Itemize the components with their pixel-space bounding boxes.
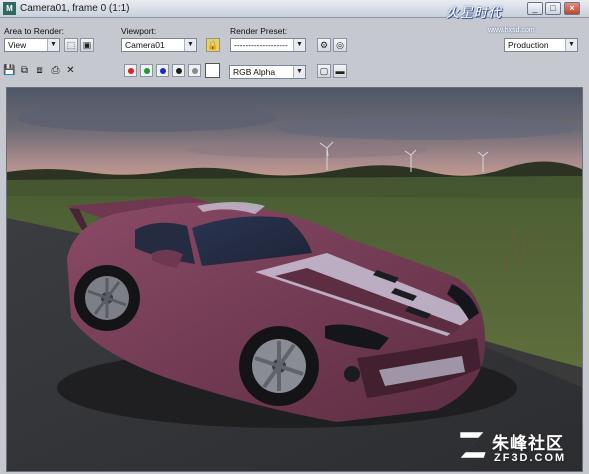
viewport-label: Viewport: xyxy=(121,26,157,36)
chevron-down-icon: ▼ xyxy=(565,39,577,51)
area-to-render-dropdown[interactable]: View ▼ xyxy=(4,38,60,52)
viewport-dropdown[interactable]: Camera01 ▼ xyxy=(121,38,197,52)
close-button[interactable]: × xyxy=(564,2,580,15)
toggle-ui-icon[interactable]: ▬ xyxy=(333,64,347,78)
color-swatch[interactable] xyxy=(205,63,220,78)
area-to-render-label: Area to Render: xyxy=(4,26,65,36)
area-to-render-value: View xyxy=(8,40,27,50)
window-title: Camera01, frame 0 (1:1) xyxy=(20,3,130,14)
alpha-channel-icon[interactable] xyxy=(188,64,201,77)
toggle-ui-overlay-icon[interactable]: ▢ xyxy=(317,64,331,78)
chevron-down-icon: ▼ xyxy=(293,39,305,51)
edit-region-icon[interactable]: ⬚ xyxy=(64,38,78,52)
channel-display-value: RGB Alpha xyxy=(233,67,276,77)
clear-icon[interactable]: ✕ xyxy=(64,64,77,77)
copy-icon[interactable]: ⧉ xyxy=(18,64,31,77)
title-bar: M Camera01, frame 0 (1:1) 火星时代 _ □ × xyxy=(0,0,589,21)
production-dropdown[interactable]: Production ▼ xyxy=(504,38,578,52)
red-channel-icon[interactable] xyxy=(124,64,137,77)
chevron-down-icon: ▼ xyxy=(184,39,196,51)
watermark-sub: ZF3D.COM xyxy=(494,452,567,464)
chevron-down-icon: ▼ xyxy=(47,39,59,51)
render-setup-icon[interactable]: ⚙ xyxy=(317,38,331,52)
environment-icon[interactable]: ◎ xyxy=(333,38,347,52)
auto-region-icon[interactable]: ▣ xyxy=(80,38,94,52)
app-icon: M xyxy=(3,2,16,15)
clone-icon[interactable]: ⧈ xyxy=(33,64,46,77)
watermark-text: 朱峰社区 xyxy=(492,434,564,453)
mono-channel-icon[interactable] xyxy=(172,64,185,77)
render-preset-label: Render Preset: xyxy=(230,26,288,36)
green-channel-icon[interactable] xyxy=(140,64,153,77)
render-preset-dropdown[interactable]: ------------------- ▼ xyxy=(230,38,306,52)
blue-channel-icon[interactable] xyxy=(156,64,169,77)
channel-display-dropdown[interactable]: RGB Alpha ▼ xyxy=(229,65,306,79)
maximize-button[interactable]: □ xyxy=(545,2,561,15)
minimize-button[interactable]: _ xyxy=(527,2,543,15)
site-logo-url: www.hxsd.com xyxy=(488,27,535,34)
save-icon[interactable]: 💾 xyxy=(3,64,16,77)
render-viewport xyxy=(6,87,583,472)
rendered-image xyxy=(7,88,582,471)
site-logo: 火星时代 xyxy=(446,6,503,21)
chevron-down-icon: ▼ xyxy=(293,66,305,78)
viewport-value: Camera01 xyxy=(125,40,165,50)
print-icon[interactable]: ⎙ xyxy=(49,64,62,77)
render-preset-value: ------------------- xyxy=(234,40,288,50)
production-value: Production xyxy=(508,40,549,50)
lock-icon[interactable]: 🔒 xyxy=(206,38,220,52)
